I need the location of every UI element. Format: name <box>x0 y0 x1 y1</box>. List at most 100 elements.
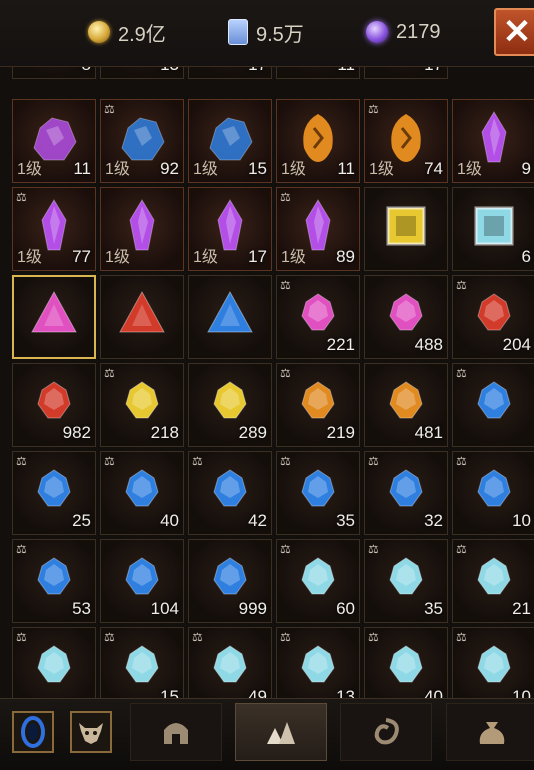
item-count: 17 <box>248 247 267 266</box>
grid-cell[interactable]: ⚖ 1级 74 <box>364 99 448 183</box>
purple-orb-icon <box>366 21 388 43</box>
scale-icon: ⚖ <box>456 454 467 468</box>
grid-cell[interactable] <box>100 275 184 359</box>
item-count: 21 <box>512 599 531 618</box>
tri-pink-icon <box>31 290 77 333</box>
grid-cell[interactable]: ⚖ <box>12 627 96 699</box>
item-count: 481 <box>414 423 443 442</box>
scale-icon: ⚖ <box>280 542 291 556</box>
item-count: 10 <box>512 511 531 530</box>
grid-cell[interactable]: ⚖ 40 <box>364 627 448 699</box>
grid-cell[interactable]: ⚖ 1级 77 <box>12 187 96 271</box>
close-button[interactable]: ✕ <box>494 8 534 56</box>
gem-blue-icon <box>477 381 511 419</box>
item-count: 35 <box>424 599 443 618</box>
rune-swirl-icon <box>374 718 399 745</box>
blue-portal-icon <box>21 716 45 748</box>
grid-cell-partial[interactable]: 13 <box>100 67 184 79</box>
item-count: 488 <box>414 335 443 354</box>
grid-cell[interactable]: 6 <box>452 187 534 271</box>
gem-cyan-icon <box>37 645 71 683</box>
grid-cell[interactable]: ⚖ 218 <box>100 363 184 447</box>
item-level: 1级 <box>193 161 218 178</box>
grid-cell[interactable]: ⚖ 1级 92 <box>100 99 184 183</box>
currency-orb: 2179 <box>366 18 441 46</box>
scale-icon: ⚖ <box>104 102 115 116</box>
scale-icon: ⚖ <box>16 542 27 556</box>
scale-icon: ⚖ <box>456 366 467 380</box>
grid-cell-partial[interactable]: 17 <box>188 67 272 79</box>
grid-cell[interactable]: ⚖ 21 <box>452 539 534 623</box>
grid-cell[interactable]: 999 <box>188 539 272 623</box>
grid-cell[interactable]: 1级 11 <box>276 99 360 183</box>
inventory-grid: 8 13 17 11 17 1级 11 ⚖ 1级 92 1级 15 1级 11 ⚖ 1级 74 1级 9 ⚖ 1级 77 1… <box>0 66 534 699</box>
item-count: 204 <box>502 335 531 354</box>
tab-bag[interactable] <box>446 703 534 761</box>
scale-icon: ⚖ <box>368 454 379 468</box>
item-level: 1级 <box>17 161 42 178</box>
grid-cell[interactable]: ⚖ 40 <box>100 451 184 535</box>
grid-cell[interactable]: ⚖ 49 <box>188 627 272 699</box>
card-icon <box>228 19 248 45</box>
grid-cell[interactable]: 488 <box>364 275 448 359</box>
scale-icon: ⚖ <box>368 630 379 644</box>
item-count: 982 <box>62 423 91 442</box>
grid-cell[interactable]: ⚖ <box>452 363 534 447</box>
grid-cell[interactable]: 481 <box>364 363 448 447</box>
grid-cell[interactable]: ⚖ 53 <box>12 539 96 623</box>
grid-cell[interactable]: ⚖ 1级 89 <box>276 187 360 271</box>
item-count: 92 <box>160 159 179 178</box>
currency-card-value: 9.5万 <box>256 23 304 46</box>
bull-button[interactable] <box>70 711 112 753</box>
grid-cell[interactable]: ⚖ 10 <box>452 627 534 699</box>
square-yellow-icon <box>386 206 426 246</box>
item-level: 1级 <box>369 161 394 178</box>
item-count: 999 <box>238 599 267 618</box>
grid-cell[interactable]: 1级 17 <box>188 187 272 271</box>
item-count: 104 <box>150 599 179 618</box>
grid-cell[interactable]: ⚖ 60 <box>276 539 360 623</box>
grid-cell[interactable]: 982 <box>12 363 96 447</box>
grid-cell[interactable]: ⚖ 10 <box>452 451 534 535</box>
grid-cell[interactable]: 1级 <box>100 187 184 271</box>
item-count: 221 <box>326 335 355 354</box>
grid-cell[interactable]: ⚖ 35 <box>364 539 448 623</box>
grid-cell[interactable]: ⚖ 221 <box>276 275 360 359</box>
scale-icon: ⚖ <box>368 542 379 556</box>
grid-cell-partial[interactable]: 8 <box>12 67 96 79</box>
grid-cell[interactable]: ⚖ 25 <box>12 451 96 535</box>
item-count: 53 <box>72 599 91 618</box>
item-count: 77 <box>72 247 91 266</box>
tab-runes[interactable] <box>340 703 432 761</box>
grid-cell[interactable]: ⚖ 15 <box>100 627 184 699</box>
scale-icon: ⚖ <box>280 278 291 292</box>
item-level: 1级 <box>457 161 482 178</box>
grid-cell[interactable] <box>12 275 96 359</box>
bull-head-icon <box>79 723 103 744</box>
grid-cell[interactable]: 104 <box>100 539 184 623</box>
grid-cell[interactable]: 1级 15 <box>188 99 272 183</box>
gems-icon <box>267 722 295 744</box>
grid-cell-partial[interactable]: 11 <box>276 67 360 79</box>
grid-cell[interactable]: 289 <box>188 363 272 447</box>
grid-cell[interactable]: ⚖ 204 <box>452 275 534 359</box>
portal-button[interactable] <box>12 711 54 753</box>
scale-icon: ⚖ <box>16 190 27 204</box>
item-count: 74 <box>424 159 443 178</box>
item-count: 11 <box>337 159 355 178</box>
grid-cell[interactable]: ⚖ 42 <box>188 451 272 535</box>
item-count: 17 <box>248 67 267 75</box>
grid-cell-partial[interactable]: 17 <box>364 67 448 79</box>
grid-cell[interactable] <box>188 275 272 359</box>
grid-cell[interactable]: ⚖ 35 <box>276 451 360 535</box>
grid-cell[interactable]: ⚖ 219 <box>276 363 360 447</box>
grid-cell[interactable]: 1级 9 <box>452 99 534 183</box>
grid-cell[interactable] <box>364 187 448 271</box>
grid-cell[interactable]: ⚖ 13 <box>276 627 360 699</box>
tab-gems[interactable] <box>235 703 327 761</box>
item-count: 32 <box>424 511 443 530</box>
scale-icon: ⚖ <box>16 454 27 468</box>
grid-cell[interactable]: 1级 11 <box>12 99 96 183</box>
tab-equipment[interactable] <box>130 703 222 761</box>
grid-cell[interactable]: ⚖ 32 <box>364 451 448 535</box>
